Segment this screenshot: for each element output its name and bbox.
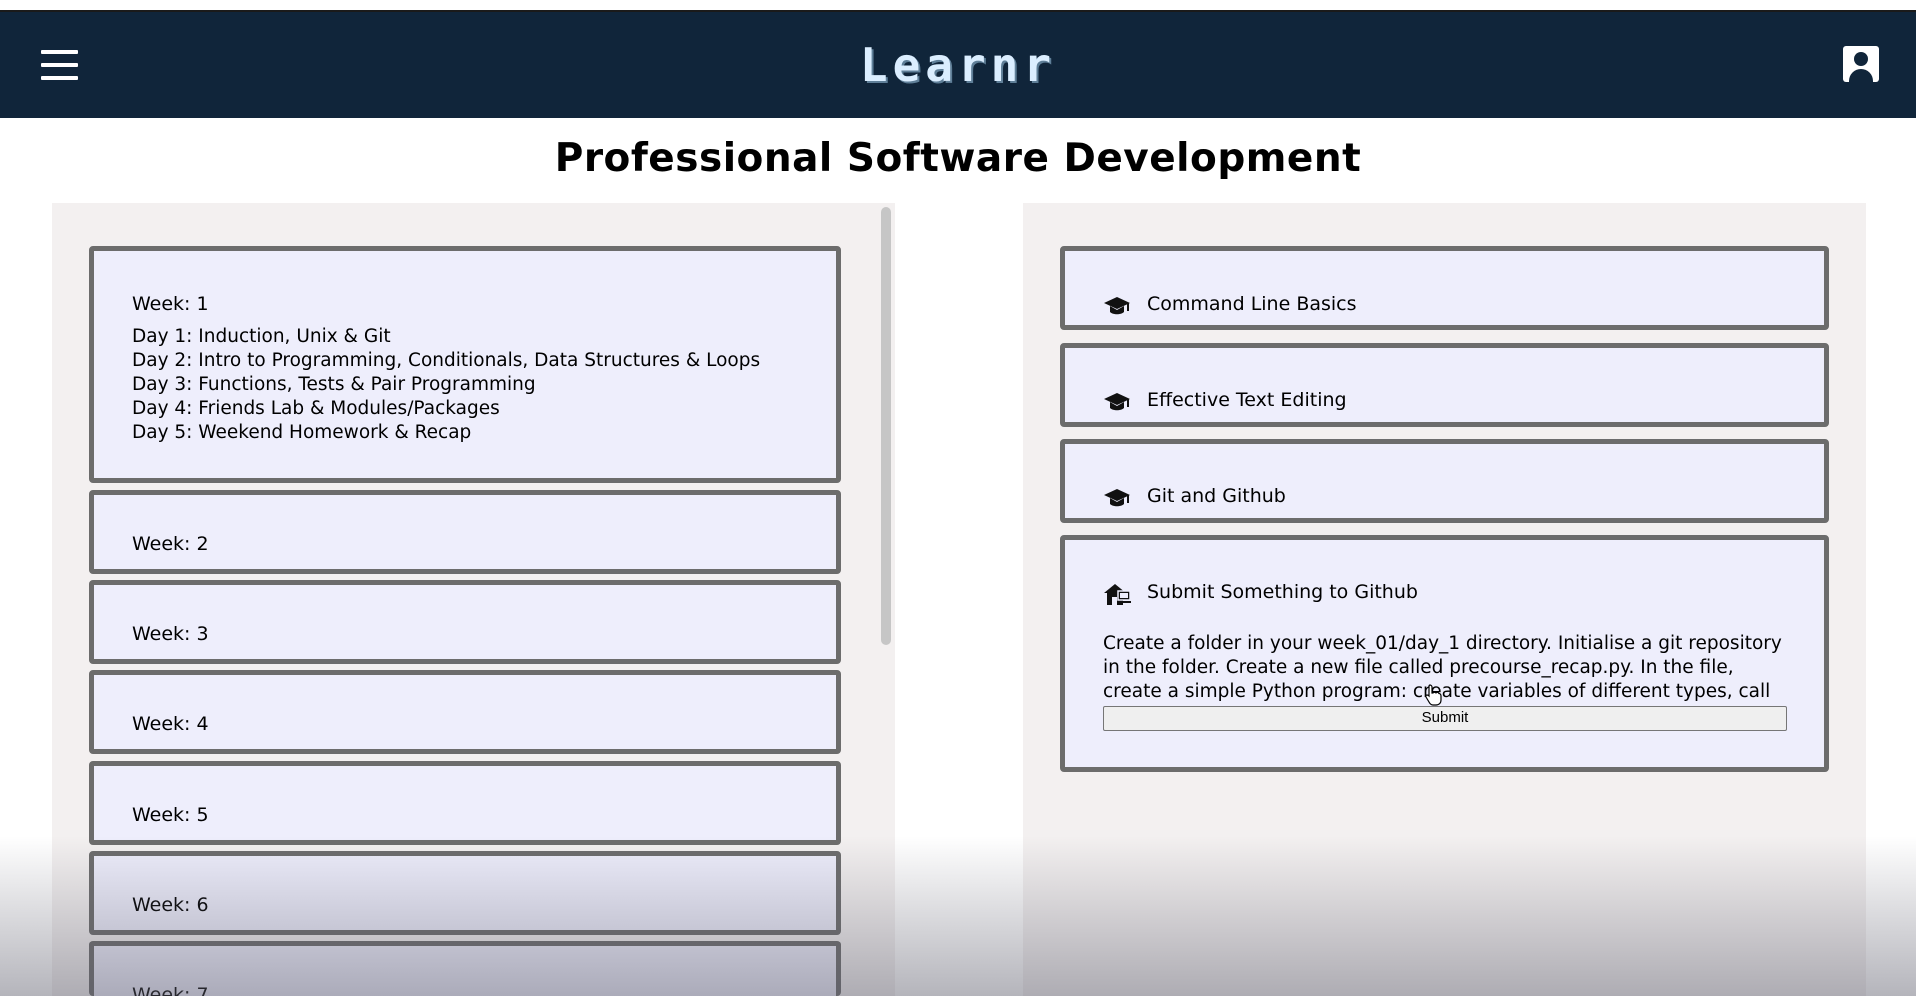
week-label: Week: 2 [132, 533, 209, 555]
day-list: Day 1: Induction, Unix & Git Day 2: Intr… [132, 325, 760, 445]
week-card-6[interactable]: Week: 6 [89, 851, 841, 935]
week-label: Week: 1 [132, 293, 209, 315]
week-card-3[interactable]: Week: 3 [89, 580, 841, 664]
week-card-1[interactable]: Week: 1 Day 1: Induction, Unix & Git Day… [89, 246, 841, 483]
week-label: Week: 3 [132, 623, 209, 645]
week-label: Week: 6 [132, 894, 209, 916]
top-border [0, 0, 1916, 12]
day-item[interactable]: Day 1: Induction, Unix & Git [132, 325, 760, 349]
topic-title: Effective Text Editing [1147, 389, 1347, 411]
graduation-cap-icon [1104, 393, 1130, 411]
navbar: Learnr [0, 12, 1916, 118]
task-title: Submit Something to Github [1147, 581, 1418, 603]
submit-button[interactable]: Submit [1103, 706, 1787, 731]
house-laptop-icon [1104, 584, 1131, 605]
user-profile-icon[interactable] [1843, 46, 1879, 82]
week-card-7[interactable]: Week: 7 [89, 941, 841, 996]
day-item[interactable]: Day 5: Weekend Homework & Recap [132, 421, 760, 445]
hand-cursor-icon [1425, 684, 1442, 706]
day-item[interactable]: Day 3: Functions, Tests & Pair Programmi… [132, 373, 760, 397]
week-label: Week: 5 [132, 804, 209, 826]
brand-logo[interactable]: Learnr [0, 38, 1916, 92]
week-card-2[interactable]: Week: 2 [89, 490, 841, 574]
day-item[interactable]: Day 2: Intro to Programming, Conditional… [132, 349, 760, 373]
page-title: Professional Software Development [554, 136, 1362, 181]
week-card-5[interactable]: Week: 5 [89, 761, 841, 845]
weeks-scrollbar[interactable] [881, 207, 891, 645]
topic-card-git[interactable]: Git and Github [1060, 439, 1829, 523]
task-card-submit[interactable]: Submit Something to Github Create a fold… [1060, 535, 1829, 772]
topic-card-text-editing[interactable]: Effective Text Editing [1060, 343, 1829, 427]
week-label: Week: 4 [132, 713, 209, 735]
topic-title: Git and Github [1147, 485, 1286, 507]
graduation-cap-icon [1104, 489, 1130, 507]
week-label: Week: 7 [132, 984, 209, 996]
week-card-4[interactable]: Week: 4 [89, 670, 841, 754]
topic-title: Command Line Basics [1147, 293, 1357, 315]
day-item[interactable]: Day 4: Friends Lab & Modules/Packages [132, 397, 760, 421]
graduation-cap-icon [1104, 297, 1130, 315]
topic-card-command-line[interactable]: Command Line Basics [1060, 246, 1829, 330]
